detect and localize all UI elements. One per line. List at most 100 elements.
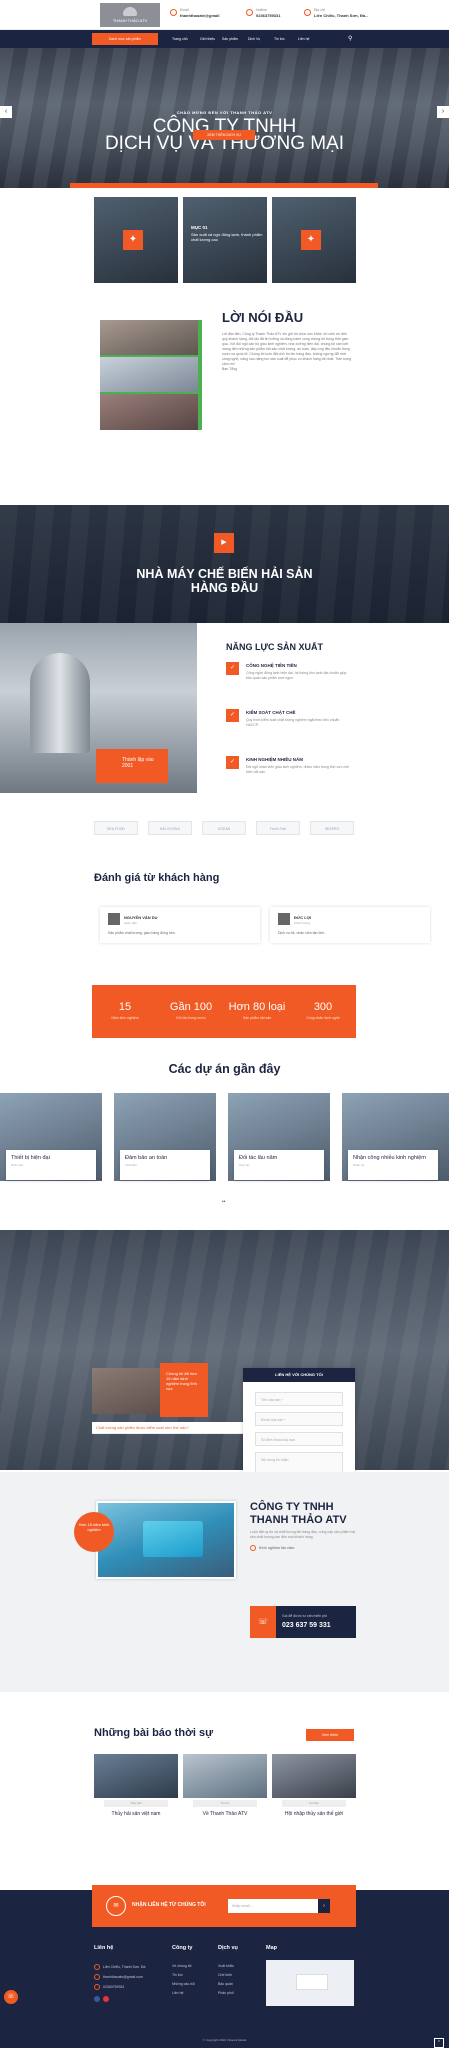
contact-photo	[92, 1368, 170, 1414]
intro-body: Lời đầu tiên, Công ty Thanh Thảo ATV xin…	[222, 332, 352, 372]
footer-link[interactable]: Tin tức	[172, 1971, 195, 1980]
nav-about[interactable]: Giới thiệu	[200, 30, 215, 48]
project-sub: Chế biến	[125, 1163, 138, 1167]
email-field[interactable]: Email của bạn *	[255, 1412, 343, 1426]
news-card[interactable]: Tin tức Về Thanh Thảo ATV	[183, 1754, 267, 1844]
news-card[interactable]: Sự kiện Hội nhập thủy sản thế giới	[272, 1754, 356, 1844]
footer-phone: 02363759331	[103, 1985, 125, 1989]
stat-item: Gần 100 Đối tác trong nước	[158, 1001, 224, 1020]
phone-field[interactable]: Số điện thoại của bạn	[255, 1432, 343, 1446]
project-sub: Hợp tác	[239, 1163, 250, 1167]
youtube-icon[interactable]	[103, 1996, 109, 2003]
avatar	[278, 913, 290, 925]
partner-logo[interactable]: SEA FOOD	[94, 821, 138, 835]
name-field[interactable]: Tên của bạn *	[255, 1392, 343, 1406]
news-meta: Thủy sản	[104, 1800, 168, 1807]
newsletter-box: ✉ NHẬN LIÊN HỆ TỪ CHÚNG TÔI Nhập email..…	[92, 1885, 356, 1927]
newsletter-send-icon[interactable]: ›	[318, 1899, 330, 1913]
floating-phone-icon[interactable]: ☏	[4, 1990, 18, 2004]
hotline-contact[interactable]: Hotline 02363759331	[246, 8, 280, 18]
project-card[interactable]: Thiết bị hiện đại Nhà máy	[0, 1093, 102, 1181]
footer-contact-item[interactable]: Liên Chiểu, Thanh Sơn, Đà	[94, 1962, 146, 1972]
footer-company-links: Về chúng tôi Tin tức Những câu hỏi Liên …	[172, 1962, 195, 1998]
footer-map[interactable]	[266, 1960, 354, 2006]
banner-title-line1: NHÀ MÁY CHẾ BIẾN HẢI SẢN	[136, 567, 313, 581]
banner-title-line2: HÀNG ĐẦU	[190, 581, 259, 595]
capacity-item-title: KIỂM SOÁT CHẶT CHẼ	[246, 710, 296, 715]
facebook-icon[interactable]	[94, 1996, 100, 2003]
intro-photo-1	[100, 320, 198, 355]
footer-link[interactable]: Xuất khẩu	[218, 1962, 234, 1971]
check-icon: ✓	[226, 709, 239, 722]
footer-contact-item[interactable]: thanhthaoatv@gmail.com	[94, 1972, 146, 1982]
location-icon	[304, 9, 311, 16]
testimonial-card: ĐỨC LỢI Khách hàng Dịch vụ tốt, nhân viên …	[270, 907, 430, 943]
address-contact[interactable]: Địa chỉ Liên Chiểu, Thanh Sơn, Đà...	[304, 8, 369, 18]
feature-card-2[interactable]: MỤC 01 Sản xuất cá ngừ đông lạnh, thành p…	[183, 197, 267, 283]
hotline-box-value: 023 637 59 331	[282, 1622, 331, 1629]
category-menu-button[interactable]: Danh mục sản phẩm	[92, 33, 158, 45]
project-caption: Đảm bảo an toàn Chế biến	[120, 1150, 210, 1180]
search-icon[interactable]: ⚲	[348, 30, 352, 48]
newsletter-email-input[interactable]: Nhập email...	[228, 1899, 330, 1913]
footer-link[interactable]: Chế biến	[218, 1971, 234, 1980]
project-card[interactable]: Đảm bảo an toàn Chế biến	[114, 1093, 216, 1181]
faq-item[interactable]: Chất lượng sản phẩm được kiểm soát như t…	[92, 1422, 252, 1434]
news-more-button[interactable]: Xem thêm	[306, 1729, 354, 1741]
hotline-box[interactable]: ☏ Gọi để được tư vấn miễn phí 023 637 59 3…	[250, 1606, 356, 1638]
slider-next-icon[interactable]: ›	[437, 106, 449, 118]
partner-logo[interactable]: OCEAN	[202, 821, 246, 835]
news-image	[94, 1754, 178, 1798]
capacity-item-desc: Công nghệ đông lạnh hiện đại, hệ thống k…	[246, 671, 347, 680]
footer-link[interactable]: Liên hệ	[172, 1989, 195, 1998]
carousel-dots[interactable]: ••	[222, 1199, 226, 1205]
back-to-top-icon[interactable]: ⌃	[434, 2038, 444, 2048]
project-title: Thiết bị hiện đại	[11, 1155, 50, 1161]
stat-label: Công nhân lành nghề	[306, 1016, 340, 1020]
partner-logo[interactable]: Fresh Fish	[256, 821, 300, 835]
stat-label: Năm kinh nghiệm	[111, 1016, 139, 1020]
testimonial-quote: Dịch vụ tốt, nhân viên tận tình.	[278, 931, 326, 935]
nav-news[interactable]: Tin tức	[274, 30, 285, 48]
stat-value: Hơn 80 loại	[228, 1001, 286, 1013]
feature-text: MỤC 01 Sản xuất cá ngừ đông lạnh, thành p…	[191, 225, 267, 242]
address-value: Liên Chiểu, Thanh Sơn, Đà...	[314, 13, 369, 18]
footer-link[interactable]: Bảo quản	[218, 1980, 234, 1989]
play-video-icon[interactable]: ▶	[214, 533, 234, 553]
slider-prev-icon[interactable]: ‹	[0, 106, 12, 118]
founded-badge: Thành lập vào 2001	[96, 749, 168, 783]
partner-logo[interactable]: SEAPRO	[310, 821, 354, 835]
project-card[interactable]: Nhận công nhiều kinh nghiệm Nhân sự	[342, 1093, 449, 1181]
news-card[interactable]: Thủy sản Thủy hải sản việt nam	[94, 1754, 178, 1844]
partner-logo[interactable]: HẢI VƯƠNG	[148, 821, 192, 835]
footer-link[interactable]: Phân phối	[218, 1989, 234, 1998]
nav-services[interactable]: Dịch Vụ	[248, 30, 260, 48]
experience-circle: Hơn 15 năm kinh nghiệm	[74, 1512, 114, 1552]
email-icon	[94, 1974, 100, 1981]
hero-subtitle: CHÀO MỪNG ĐẾN VỚI THANH THẢO ATV	[176, 110, 273, 115]
footer-contact-item[interactable]: 02363759331	[94, 1982, 146, 1992]
hotline-label: Hotline	[256, 8, 267, 12]
news-card-title: Thủy hải sản việt nam	[111, 1811, 161, 1817]
project-card[interactable]: Đối tác lâu năm Hợp tác	[228, 1093, 330, 1181]
email-contact[interactable]: Email thanhthaoatv@gmail	[170, 8, 219, 18]
hero-cta-button[interactable]: XEM THÊM DỊCH VỤ	[193, 130, 255, 140]
footer-link[interactable]: Những câu hỏi	[172, 1980, 195, 1989]
capacity-title: NĂNG LỰC SẢN XUẤT	[226, 642, 323, 652]
capacity-item: ✓ KIỂM SOÁT CHẶT CHẼ Quy trình kiểm soát c…	[226, 709, 356, 741]
nav-home[interactable]: Trang chủ	[172, 30, 188, 48]
nav-contact[interactable]: Liên hệ	[298, 30, 309, 48]
feature-card-1[interactable]: ✦	[94, 197, 178, 283]
footer-address: Liên Chiểu, Thanh Sơn, Đà	[103, 1965, 146, 1969]
footer-link[interactable]: Về chúng tôi	[172, 1962, 195, 1971]
banner-title: NHÀ MÁY CHẾ BIẾN HẢI SẢN HÀNG ĐẦU	[0, 567, 449, 595]
site-header: THANH THẢO ATV Email thanhthaoatv@gmail H…	[0, 0, 449, 48]
mail-icon: ✉	[106, 1896, 126, 1916]
feature-card-3[interactable]: ✦	[272, 197, 356, 283]
footer-heading: Dịch vụ	[218, 1945, 238, 1951]
company-point: Kinh nghiệm lâu năm	[259, 1545, 295, 1550]
project-sub: Nhà máy	[11, 1163, 24, 1167]
company-desc: Luôn đặt uy tín và chất lượng lên hàng đ…	[250, 1530, 356, 1539]
nav-products[interactable]: Sản phẩm	[222, 30, 238, 48]
site-logo[interactable]: THANH THẢO ATV	[100, 3, 160, 27]
